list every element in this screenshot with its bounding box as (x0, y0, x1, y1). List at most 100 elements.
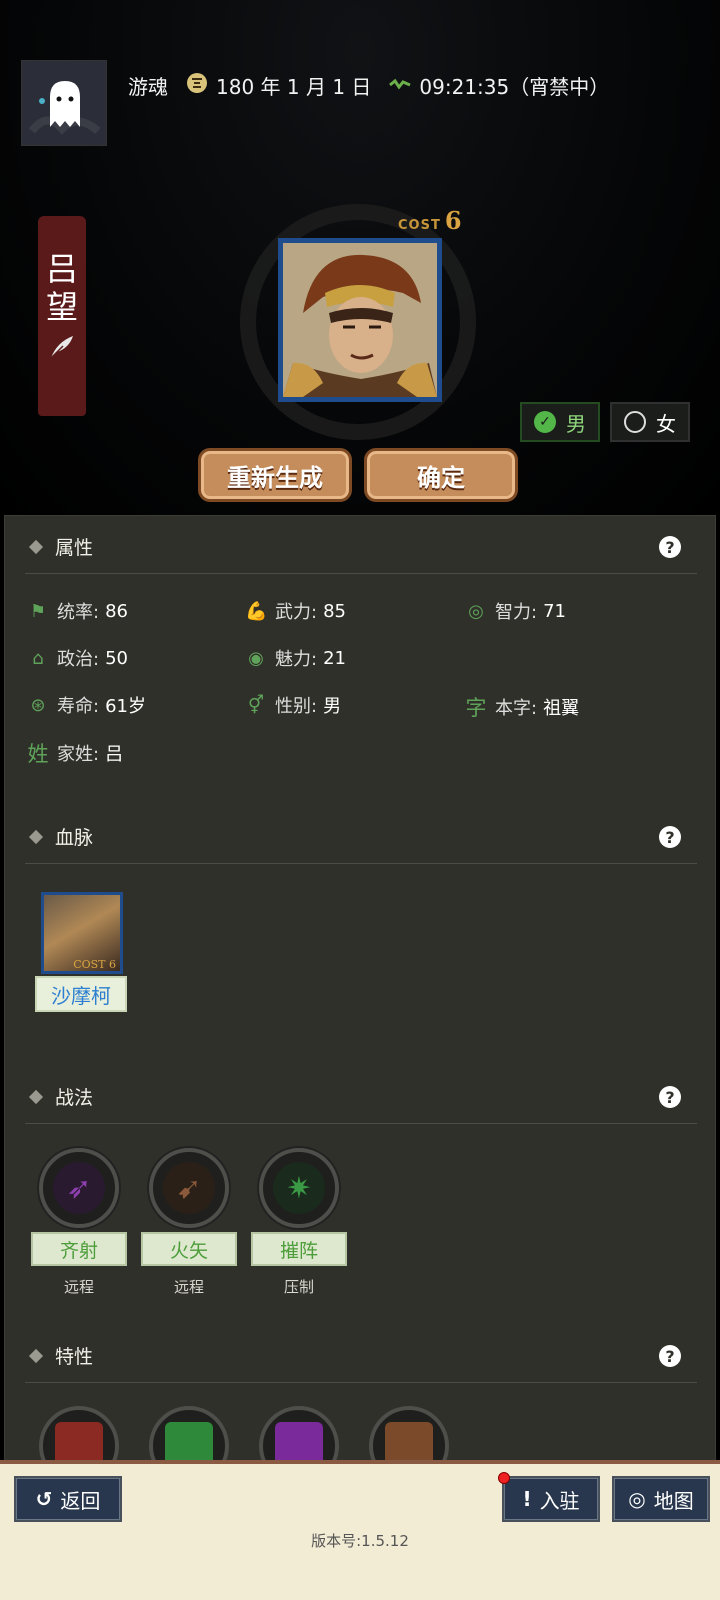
attr-value: 61岁 (105, 696, 146, 717)
bottom-bar: ↺ 返回 ! 入驻 ◎ 地图 版本号:1.5.12 (0, 1460, 720, 1600)
confirm-label: 确定 (417, 463, 465, 492)
arm-icon: 💪 (245, 600, 268, 622)
section-tactics-header: 战法 ? (25, 1070, 697, 1124)
skill-volley[interactable]: ➶ (39, 1148, 119, 1228)
confirm-button[interactable]: 确定 (364, 448, 518, 502)
bloodline-cost: COST 6 (73, 958, 116, 971)
attr-value: 85 (323, 600, 346, 622)
attr-label: 寿命: (57, 696, 100, 717)
portrait-image (283, 243, 437, 397)
radio-empty-icon (624, 411, 646, 433)
diamond-icon (28, 1348, 44, 1363)
flag-icon: ⚑ (29, 600, 47, 622)
gender-male-label: 男 (566, 411, 586, 436)
name-banner[interactable]: 吕 望 (38, 216, 86, 416)
attr-label: 智力: (495, 602, 538, 623)
crush-icon: ✷ (273, 1162, 325, 1214)
help-icon[interactable]: ? (659, 826, 681, 848)
regenerate-label: 重新生成 (227, 463, 323, 492)
skill-name[interactable]: 火矢 (141, 1232, 237, 1266)
attr-family-name: 姓 家姓: 吕 (27, 738, 124, 768)
cost-label: COST 6 (398, 206, 463, 235)
attr-value: 男 (323, 696, 342, 717)
help-icon[interactable]: ? (659, 1086, 681, 1108)
bloodline-cost-label: COST (73, 958, 106, 971)
attr-label: 性别: (275, 696, 318, 717)
attr-value: 86 (105, 600, 128, 622)
notification-dot (498, 1472, 510, 1484)
gender-female-option[interactable]: 女 (610, 402, 690, 442)
attr-politics: ⌂ 政治: 50 (27, 645, 128, 671)
username: 游魂 (128, 74, 168, 99)
cost-text: COST (398, 218, 441, 233)
skill-type: 远程 (63, 1278, 94, 1296)
help-icon[interactable]: ? (659, 1345, 681, 1367)
skill-crush[interactable]: ✷ (259, 1148, 339, 1228)
skill-name[interactable]: 齐射 (31, 1232, 127, 1266)
diamond-icon (28, 1089, 44, 1104)
general-portrait[interactable] (278, 238, 442, 402)
avatar[interactable] (21, 60, 107, 146)
map-button[interactable]: ◎ 地图 (612, 1476, 710, 1522)
fire-arrow-icon: ➹ (163, 1162, 215, 1214)
attr-value: 71 (543, 600, 566, 622)
skill-name[interactable]: 摧阵 (251, 1232, 347, 1266)
attr-courtesy-name: 字 本字: 祖翼 (465, 692, 580, 722)
help-icon[interactable]: ? (659, 536, 681, 558)
game-date: 180 年 1 月 1 日 (216, 74, 372, 99)
section-title: 特性 (55, 1346, 94, 1368)
politics-icon: ⌂ (32, 647, 44, 669)
attr-label: 统率: (57, 602, 100, 623)
diamond-icon (28, 539, 44, 554)
lifespan-icon: ⊛ (30, 694, 46, 716)
name-char-2: 望 (45, 288, 78, 326)
regenerate-button[interactable]: 重新生成 (198, 448, 352, 502)
map-label: 地图 (653, 1488, 694, 1513)
undo-icon: ↺ (35, 1487, 53, 1511)
section-traits-header: 特性 ? (25, 1329, 697, 1383)
attr-intelligence: ◎ 智力: 71 (465, 598, 566, 624)
diamond-icon (28, 829, 44, 844)
gender-icon: ⚥ (247, 694, 265, 716)
bloodline-name[interactable]: 沙摩柯 (35, 976, 127, 1012)
ghost-avatar-icon (22, 61, 106, 145)
globe-icon: ◎ (628, 1487, 646, 1511)
header-info: 游魂 180 年 1 月 1 日 09:21:35（宵禁中） (128, 70, 609, 100)
skill-type: 远程 (173, 1278, 204, 1296)
attr-label: 魅力: (275, 649, 318, 670)
brain-icon: ◎ (468, 600, 484, 622)
attr-value: 50 (105, 647, 128, 669)
xing-icon: 姓 (27, 742, 49, 766)
station-label: 入驻 (539, 1488, 580, 1513)
attr-command: ⚑ 统率: 86 (27, 598, 128, 624)
bloodline-card[interactable]: COST 6 (41, 892, 123, 974)
details-panel[interactable]: 属性 ? ⚑ 统率: 86 💪 武力: 85 ◎ 智力: 71 ⌂ 政治: 50… (4, 515, 716, 1485)
attr-label: 家姓: (57, 744, 100, 765)
feather-edit-icon[interactable] (47, 332, 77, 366)
station-button[interactable]: ! 入驻 (502, 1476, 600, 1522)
attr-lifespan: ⊛ 寿命: 61岁 (27, 692, 146, 718)
back-button[interactable]: ↺ 返回 (14, 1476, 122, 1522)
bloodline-cost-value: 6 (109, 958, 116, 971)
section-title: 血脉 (55, 827, 94, 849)
attr-force: 💪 武力: 85 (245, 598, 346, 624)
gender-female-label: 女 (656, 411, 676, 436)
attr-label: 本字: (495, 698, 538, 719)
attr-charm: ◉ 魅力: 21 (245, 645, 346, 671)
gender-male-option[interactable]: ✓ 男 (520, 402, 600, 442)
attr-value: 祖翼 (543, 698, 580, 719)
attr-label: 武力: (275, 602, 318, 623)
exclamation-icon: ! (522, 1487, 532, 1511)
section-bloodline-header: 血脉 ? (25, 810, 697, 864)
attr-gender: ⚥ 性别: 男 (245, 692, 341, 718)
check-icon: ✓ (534, 411, 556, 433)
skill-fire-arrow[interactable]: ➹ (149, 1148, 229, 1228)
section-attributes-header: 属性 ? (25, 520, 697, 574)
section-title: 战法 (55, 1087, 94, 1109)
section-title: 属性 (55, 537, 94, 559)
version-label: 版本号:1.5.12 (311, 1532, 409, 1550)
eye-icon: ◉ (248, 647, 264, 669)
cost-value: 6 (444, 206, 463, 235)
attr-label: 政治: (57, 649, 100, 670)
time-icon (389, 73, 412, 97)
